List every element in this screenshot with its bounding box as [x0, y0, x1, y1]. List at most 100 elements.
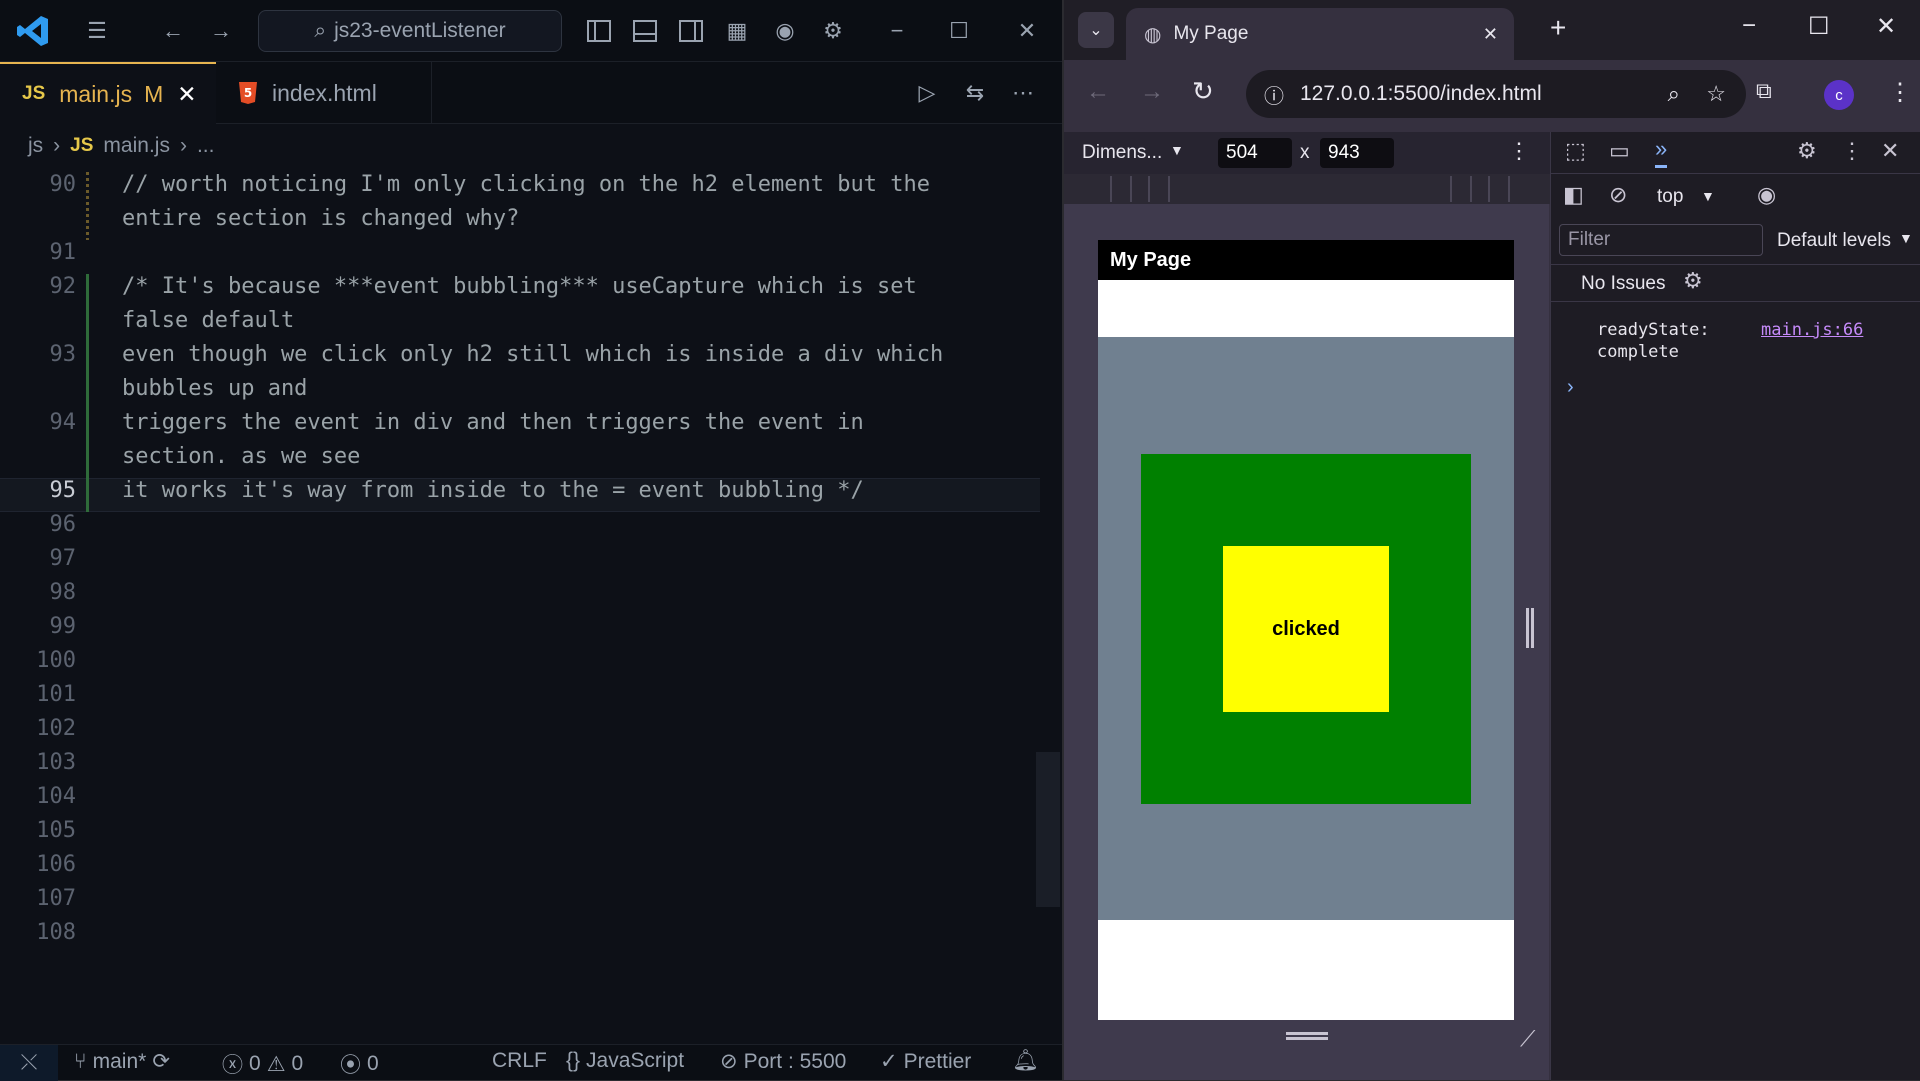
menu-icon[interactable]: ☰ — [82, 16, 112, 46]
extensions-icon[interactable]: ⧉ — [1756, 78, 1772, 104]
toggle-panel-icon[interactable] — [630, 16, 660, 46]
forward-icon[interactable]: → — [1140, 78, 1164, 106]
breadcrumb-more[interactable]: ... — [197, 134, 215, 158]
reload-icon[interactable]: ↻ — [1192, 76, 1214, 107]
devtools-panel: ⬚ ▭ » ⚙ ⋮ ✕ ◧ ⊘ top ▼ ◉ Filter Default l… — [1550, 132, 1920, 1080]
browser-tab[interactable]: ◍ My Page ✕ — [1126, 8, 1514, 60]
toggle-sidebar-icon[interactable] — [584, 16, 614, 46]
resize-handle-bottom[interactable] — [1286, 1032, 1328, 1040]
breadcrumb-folder[interactable]: js — [28, 134, 43, 158]
line-number: 99 — [49, 614, 77, 639]
prettier-indicator[interactable]: ✓ Prettier — [880, 1049, 971, 1074]
line-number: 103 — [36, 750, 76, 775]
language-indicator[interactable]: {} JavaScript — [566, 1049, 684, 1073]
page-section[interactable]: clicked — [1098, 337, 1514, 920]
formatter-label: Prettier — [903, 1049, 972, 1073]
tab-main-js[interactable]: JS main.js M ✕ — [0, 62, 216, 124]
code-line: // worth noticing I'm only clicking on t… — [122, 172, 930, 197]
close-window-icon[interactable]: ✕ — [1012, 16, 1042, 46]
vscode-window: ☰ ← → ⌕ js23-eventListener ▦ ◉ ⚙ − ☐ ✕ J… — [0, 0, 1062, 1081]
minimize-icon[interactable]: − — [1742, 12, 1756, 40]
bookmark-star-icon[interactable]: ☆ — [1706, 81, 1726, 107]
line-number: 106 — [36, 852, 76, 877]
clear-console-icon[interactable]: ⊘ — [1609, 182, 1627, 208]
command-center-search[interactable]: ⌕ js23-eventListener — [258, 10, 562, 52]
maximize-icon[interactable]: ☐ — [944, 16, 974, 46]
eye-icon[interactable]: ◉ — [1757, 182, 1776, 208]
inspect-element-icon[interactable]: ⬚ — [1565, 138, 1586, 164]
modified-gutter-marker — [86, 172, 89, 240]
line-number: 104 — [36, 784, 76, 809]
device-toolbar: Dimens... ▼ 504 x 943 ⋮ — [1064, 132, 1550, 174]
page-h2[interactable]: clicked — [1223, 546, 1389, 712]
more-options-icon[interactable]: ⋮ — [1508, 138, 1530, 164]
branch-indicator[interactable]: ⑂ main* ⟳ — [74, 1049, 170, 1074]
chrome-menu-icon[interactable]: ⋮ — [1888, 78, 1912, 107]
close-tab-icon[interactable]: ✕ — [177, 81, 196, 108]
close-window-icon[interactable]: ✕ — [1876, 12, 1896, 41]
line-number: 105 — [36, 818, 76, 843]
width-input[interactable]: 504 — [1218, 138, 1292, 168]
resize-corner-icon[interactable]: ⟋ — [1520, 1026, 1535, 1052]
resize-handle-right[interactable] — [1526, 608, 1534, 648]
run-icon[interactable]: ▷ — [912, 78, 942, 108]
tab-index-html[interactable]: 5 index.html — [216, 62, 432, 124]
customize-layout-icon[interactable]: ▦ — [722, 16, 752, 46]
gear-icon[interactable]: ⚙ — [1797, 138, 1817, 164]
dropdown-arrow-icon: ▼ — [1899, 230, 1913, 246]
console-settings-icon[interactable]: ⚙ — [1683, 268, 1703, 294]
device-toggle-icon[interactable]: ▭ — [1609, 138, 1630, 164]
forward-arrow-icon[interactable]: → — [206, 16, 236, 46]
search-icon: ⌕ — [314, 19, 327, 42]
error-count: 0 — [249, 1052, 261, 1075]
account-icon[interactable]: ◉ — [770, 16, 800, 46]
bell-icon[interactable]: 🔔︎ — [1012, 1049, 1039, 1073]
maximize-icon[interactable]: ☐ — [1808, 12, 1830, 41]
error-icon: ⓧ — [222, 1054, 243, 1077]
log-levels-dropdown[interactable]: Default levels — [1777, 230, 1891, 252]
profile-avatar[interactable]: c — [1824, 80, 1854, 110]
devtools-toolbar — [1551, 132, 1920, 174]
problems-indicator[interactable]: ⓧ 0 ⚠ 0 — [222, 1049, 303, 1079]
minimize-icon[interactable]: − — [882, 16, 912, 46]
braces-icon: {} — [566, 1049, 581, 1072]
scrollbar-thumb[interactable] — [1036, 752, 1060, 907]
git-branch-icon: ⑂ — [74, 1049, 87, 1073]
issues-button[interactable]: No Issues — [1581, 273, 1665, 295]
line-number: 94 — [49, 410, 77, 435]
eol-indicator[interactable]: CRLF — [492, 1049, 547, 1073]
site-info-icon[interactable]: ⓘ — [1264, 80, 1284, 109]
new-tab-icon[interactable]: + — [1550, 12, 1566, 44]
live-server-indicator[interactable]: ⊘ Port : 5500 — [720, 1049, 846, 1074]
code-line: false default — [122, 308, 295, 333]
ports-indicator[interactable]: ⦿ 0 — [340, 1049, 379, 1079]
code-line: entire section is changed why? — [122, 206, 520, 231]
toggle-secondary-sidebar-icon[interactable] — [676, 16, 706, 46]
height-input[interactable]: 943 — [1320, 138, 1394, 168]
console-prompt-icon[interactable]: › — [1567, 376, 1574, 399]
more-tabs-icon[interactable]: » — [1655, 136, 1668, 168]
close-tab-icon[interactable]: ✕ — [1483, 24, 1498, 45]
sidebar-toggle-icon[interactable]: ◧ — [1563, 182, 1584, 208]
tab-search-icon[interactable]: ⌄ — [1078, 12, 1114, 48]
gear-icon[interactable]: ⚙ — [818, 16, 848, 46]
back-icon[interactable]: ← — [1086, 78, 1110, 106]
close-devtools-icon[interactable]: ✕ — [1881, 138, 1899, 164]
zoom-icon[interactable]: ⌕ — [1668, 81, 1680, 107]
more-actions-icon[interactable]: ⋯ — [1008, 78, 1038, 108]
page-div[interactable]: clicked — [1141, 454, 1471, 804]
breadcrumb-file[interactable]: main.js — [103, 134, 170, 158]
url-text: 127.0.0.1:5500/index.html — [1300, 82, 1542, 105]
code-editor[interactable]: 90 // worth noticing I'm only clicking on… — [0, 172, 1062, 1032]
kebab-menu-icon[interactable]: ⋮ — [1841, 138, 1863, 164]
context-dropdown[interactable]: top — [1657, 186, 1683, 208]
back-arrow-icon[interactable]: ← — [158, 16, 188, 46]
js-file-icon: JS — [22, 83, 46, 104]
console-filter-input[interactable]: Filter — [1559, 224, 1763, 256]
remote-icon[interactable]: ⤬ — [0, 1045, 58, 1081]
device-preset-dropdown[interactable]: Dimens... — [1082, 142, 1162, 164]
compare-changes-icon[interactable]: ⇆ — [960, 78, 990, 108]
address-bar[interactable]: ⓘ 127.0.0.1:5500/index.html ⌕ ☆ — [1246, 70, 1746, 118]
dropdown-arrow-icon: ▼ — [1701, 188, 1715, 204]
log-source-link[interactable]: main.js:66 — [1761, 320, 1863, 340]
